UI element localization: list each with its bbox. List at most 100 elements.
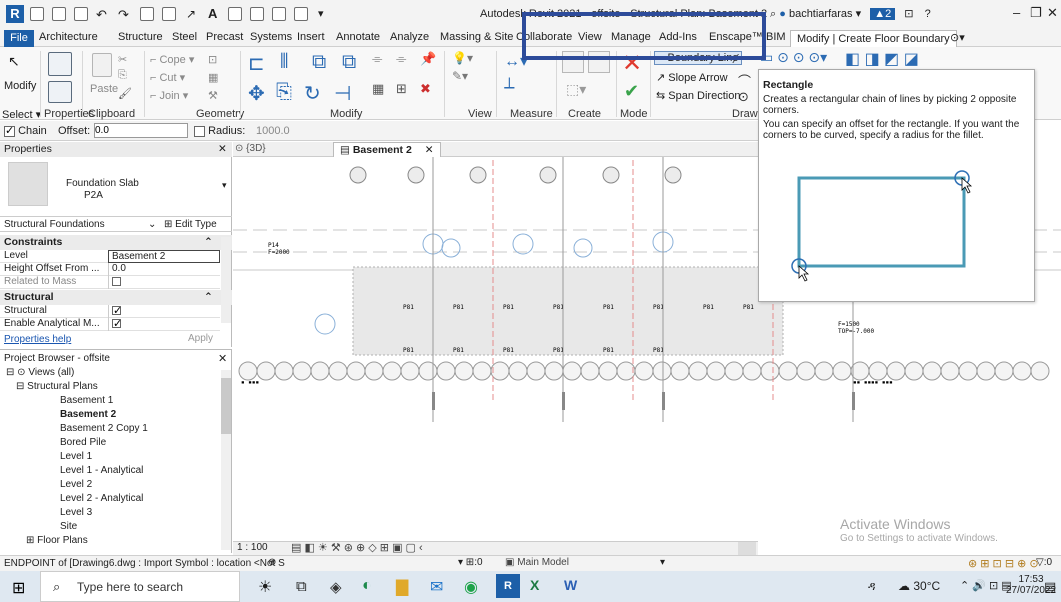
tree-item[interactable]: Basement 2 Copy 1: [60, 423, 148, 434]
close-tab-icon[interactable]: ✕: [425, 144, 434, 156]
mirror-draw-icon[interactable]: ⧉: [342, 51, 356, 74]
windows-start-icon[interactable]: ⊞: [12, 578, 25, 598]
finish-edit-icon[interactable]: ✔: [624, 81, 639, 102]
tree-item[interactable]: Site: [60, 521, 77, 532]
dimension-icon[interactable]: ↗: [186, 7, 196, 21]
section-structural[interactable]: Structural ⌃: [0, 290, 232, 305]
match-properties-icon[interactable]: 🖌: [118, 87, 132, 100]
cope-button[interactable]: ⌐ Cope ▾: [150, 53, 194, 66]
close-icon[interactable]: ✕: [218, 352, 227, 365]
arc-draw-icon[interactable]: ⌒: [738, 71, 751, 90]
close-icon[interactable]: ✕: [218, 142, 227, 157]
apply-button[interactable]: Apply: [180, 332, 221, 345]
close-button[interactable]: ✕: [1047, 5, 1058, 21]
cut-button[interactable]: ⌐ Cut ▾: [150, 71, 185, 84]
minimize-button[interactable]: –: [1013, 5, 1020, 20]
weather-widget-icon[interactable]: ☀: [258, 577, 272, 597]
username[interactable]: bachtiarfaras: [789, 8, 853, 20]
open-icon[interactable]: [30, 7, 44, 21]
paste-icon[interactable]: [92, 53, 112, 77]
filter-count[interactable]: ▽:0: [1036, 557, 1052, 568]
tree-item[interactable]: Level 3: [60, 507, 92, 518]
tree-item[interactable]: Level 1 - Analytical: [60, 465, 143, 476]
tree-item[interactable]: ⊟ Structural Plans: [16, 381, 98, 392]
circle-draw-icon[interactable]: ⊙: [738, 89, 749, 105]
worksharing-icon[interactable]: ⊕: [268, 557, 276, 568]
property-row[interactable]: Height Offset From ... 0.0: [0, 263, 220, 276]
text-icon[interactable]: A: [208, 6, 217, 21]
offset-input[interactable]: [94, 123, 188, 138]
scale-icon[interactable]: ⊞: [396, 81, 407, 97]
tree-item[interactable]: Basement 1: [60, 395, 113, 406]
qat-dropdown-icon[interactable]: ▾: [318, 7, 324, 20]
demolish-icon[interactable]: ⚒: [208, 89, 218, 102]
cut-clipboard-icon[interactable]: ✂: [118, 53, 127, 66]
tab-3d-view[interactable]: ⊙ {3D}: [235, 143, 266, 154]
properties-scrollbar[interactable]: [221, 237, 231, 323]
tab-architecture[interactable]: Architecture: [39, 31, 98, 43]
excel-icon[interactable]: X: [530, 577, 539, 593]
radius-checkbox[interactable]: Radius:: [194, 125, 245, 137]
override-graphics-icon[interactable]: ✎▾: [452, 69, 468, 83]
word-icon[interactable]: W: [564, 577, 577, 593]
mirror-axis-icon[interactable]: ⧉: [312, 51, 326, 74]
tab-precast[interactable]: Precast: [206, 31, 243, 43]
hide-icon[interactable]: 💡▾: [452, 51, 473, 65]
measure-icon[interactable]: [162, 7, 176, 21]
user-dropdown-icon[interactable]: ▾: [856, 8, 862, 20]
redo-icon[interactable]: ↷: [118, 7, 129, 23]
tab-annotate[interactable]: Annotate: [336, 31, 380, 43]
copy-icon[interactable]: ⎘: [118, 69, 127, 82]
print-icon[interactable]: [140, 7, 154, 21]
slope-arrow-button[interactable]: ↗ Slope Arrow: [656, 71, 728, 84]
trim-extend-icon[interactable]: ⊣: [334, 81, 351, 106]
align-icon[interactable]: ⊏: [248, 51, 265, 76]
properties-help-link[interactable]: Properties help: [4, 334, 71, 345]
selection-icons[interactable]: ⊛ ⊞ ⊡ ⊟ ⊕ ⊙: [968, 557, 1039, 570]
editable-only-icon[interactable]: ▾ ⊞:0: [458, 557, 483, 568]
taskbar-search[interactable]: ⌕ Type here to search: [40, 571, 240, 602]
type-dropdown-icon[interactable]: ▾: [222, 180, 227, 191]
paste-button[interactable]: Paste: [90, 83, 118, 95]
property-row[interactable]: Structural: [0, 304, 220, 318]
dimension-tool-icon[interactable]: ⟂: [504, 75, 515, 93]
property-row[interactable]: Level Basement 2: [0, 250, 220, 263]
restore-button[interactable]: ❐: [1030, 5, 1042, 21]
type-properties-icon[interactable]: [48, 52, 72, 76]
switch-windows-icon[interactable]: [294, 7, 308, 21]
people-icon[interactable]: ዳ: [868, 579, 876, 594]
model-dropdown-icon[interactable]: ▾: [660, 557, 665, 568]
paint-icon[interactable]: ▦: [208, 71, 218, 84]
undo-icon[interactable]: ↶: [96, 7, 107, 23]
tab-insert[interactable]: Insert: [297, 31, 325, 43]
copy-element-icon[interactable]: ⎘: [276, 81, 292, 104]
split-gap-icon[interactable]: ⌯: [396, 51, 406, 67]
modify-button[interactable]: Modify: [4, 80, 36, 92]
file-explorer-icon[interactable]: ▇: [396, 577, 408, 597]
notifications-icon[interactable]: ▲2: [870, 8, 896, 20]
thin-lines-icon[interactable]: [272, 7, 286, 21]
binoculars-icon[interactable]: ⌕: [770, 8, 776, 20]
section-constraints[interactable]: Constraints ⌃: [0, 235, 232, 250]
sync-icon[interactable]: [74, 7, 88, 21]
tree-item[interactable]: Bored Pile: [60, 437, 106, 448]
3d-view-icon[interactable]: [228, 7, 242, 21]
tab-massing-site[interactable]: Massing & Site: [440, 31, 513, 43]
chain-checkbox[interactable]: Chain: [4, 124, 47, 137]
tab-bim[interactable]: BIM: [766, 31, 786, 43]
select-dropdown[interactable]: Select ▾: [2, 108, 41, 121]
revit-logo[interactable]: R: [6, 5, 24, 23]
span-direction-button[interactable]: ⇆ Span Direction: [656, 89, 740, 102]
tree-item[interactable]: ⊟ ⊙ Views (all): [6, 367, 74, 378]
radius-input[interactable]: 1000.0: [256, 125, 290, 137]
tab-modify-create-floor-boundary[interactable]: Modify | Create Floor Boundary: [790, 30, 957, 47]
category-selector[interactable]: Structural Foundations ⌄ ⊞ Edit Type: [0, 216, 232, 232]
app-icon[interactable]: ◈: [330, 578, 342, 596]
user-icon[interactable]: ●: [779, 8, 786, 20]
revit-taskbar-icon[interactable]: R: [496, 574, 520, 598]
tree-item[interactable]: Level 1: [60, 451, 92, 462]
view-control-icons[interactable]: ▤ ◧ ☀ ⚒ ⊛ ⊕ ◇ ⊞ ▣ ▢ ‹: [291, 541, 423, 554]
edge-icon[interactable]: ◐: [362, 577, 372, 595]
split-element-icon[interactable]: ⌯: [372, 51, 382, 67]
browser-scrollbar[interactable]: [221, 370, 231, 550]
